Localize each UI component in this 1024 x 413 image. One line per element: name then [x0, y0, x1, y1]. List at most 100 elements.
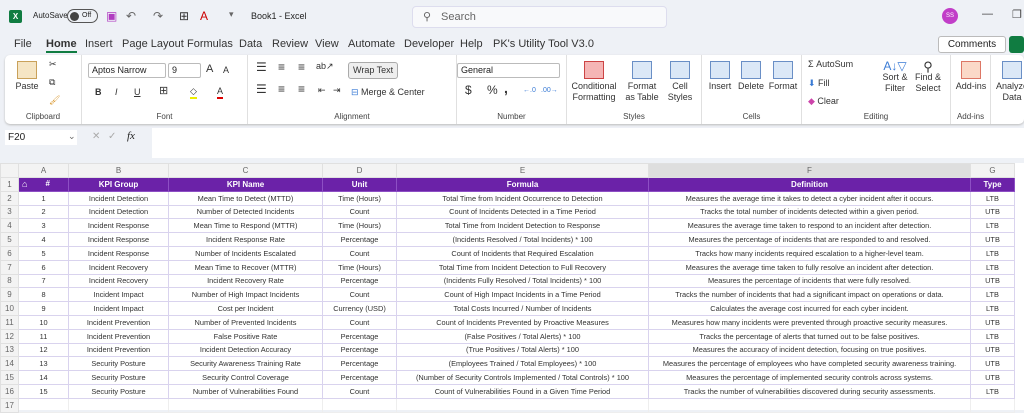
- column-header-g[interactable]: G: [970, 163, 1015, 178]
- conditional-formatting-button[interactable]: Conditional Formatting: [569, 61, 619, 103]
- cell[interactable]: Count: [322, 383, 397, 399]
- cell[interactable]: 8: [18, 287, 69, 303]
- cell[interactable]: Measures how many incidents were prevent…: [648, 314, 971, 330]
- cell[interactable]: Incident Impact: [68, 301, 169, 316]
- borders-icon[interactable]: ⊞: [159, 86, 168, 97]
- cell[interactable]: Tracks the number of vulnerabilities dis…: [648, 383, 971, 399]
- tab-automate[interactable]: Automate: [348, 38, 395, 50]
- cell[interactable]: Number of Incidents Escalated: [168, 245, 323, 261]
- underline-button[interactable]: U: [134, 87, 141, 98]
- cell[interactable]: UTB: [970, 342, 1015, 358]
- row-header[interactable]: 6: [0, 245, 19, 261]
- format-painter-icon[interactable]: 🖌: [49, 95, 60, 106]
- cell[interactable]: Incident Recovery: [68, 273, 169, 289]
- row-header[interactable]: 11: [0, 314, 19, 330]
- font-name-select[interactable]: Aptos Narrow: [88, 63, 166, 78]
- cell[interactable]: Count: [322, 287, 397, 303]
- cell[interactable]: 7: [18, 273, 69, 289]
- wrap-text-button[interactable]: Wrap Text: [348, 62, 399, 79]
- cell[interactable]: Incident Prevention: [68, 314, 169, 330]
- cell[interactable]: Number of Vulnerabilities Found: [168, 383, 323, 399]
- tab-formulas[interactable]: Formulas: [187, 38, 233, 50]
- cell[interactable]: Measures the percentage of incidents tha…: [648, 232, 971, 247]
- cell[interactable]: 1: [18, 190, 69, 206]
- cell[interactable]: LTB: [970, 287, 1015, 303]
- column-header-b[interactable]: B: [68, 163, 169, 178]
- share-button[interactable]: [1009, 36, 1024, 53]
- home-icon[interactable]: ⌂: [22, 179, 27, 189]
- tab-view[interactable]: View: [315, 38, 339, 50]
- cell[interactable]: (False Positives / Total Alerts) * 100: [396, 328, 649, 344]
- cell-styles-button[interactable]: Cell Styles: [665, 61, 695, 103]
- cell[interactable]: Percentage: [322, 370, 397, 385]
- font-color-icon[interactable]: A: [200, 9, 208, 23]
- avatar[interactable]: SS: [942, 8, 958, 24]
- cell[interactable]: Count: [322, 204, 397, 220]
- cell[interactable]: LTB: [970, 245, 1015, 261]
- paste-button[interactable]: Paste: [13, 61, 41, 92]
- header-cell[interactable]: Type: [970, 177, 1015, 192]
- autosave-toggle[interactable]: Off: [67, 9, 98, 23]
- decrease-indent-icon[interactable]: ⇤: [318, 85, 326, 96]
- cell[interactable]: UTB: [970, 232, 1015, 247]
- tab-help[interactable]: Help: [460, 38, 483, 50]
- row-header[interactable]: 14: [0, 356, 19, 372]
- cell[interactable]: Count: [322, 245, 397, 261]
- cell[interactable]: 5: [18, 245, 69, 261]
- cell[interactable]: Total Time from Incident Occurrence to D…: [396, 190, 649, 206]
- fill-button[interactable]: ⬇ Fill: [808, 78, 830, 89]
- cell[interactable]: Incident Recovery Rate: [168, 273, 323, 289]
- cell[interactable]: Measures the average time taken to respo…: [648, 218, 971, 234]
- cut-icon[interactable]: ✂: [49, 59, 57, 70]
- cell[interactable]: Incident Detection: [68, 190, 169, 206]
- cell[interactable]: Count of Incidents Prevented by Proactiv…: [396, 314, 649, 330]
- save-icon[interactable]: ▣: [106, 9, 117, 23]
- merge-center-button[interactable]: ⊟ Merge & Center: [351, 87, 425, 98]
- cell[interactable]: 11: [18, 328, 69, 344]
- tab-file[interactable]: File: [14, 38, 32, 50]
- row-header[interactable]: 2: [0, 190, 19, 206]
- cell[interactable]: 4: [18, 232, 69, 247]
- cell[interactable]: 15: [18, 383, 69, 399]
- cell[interactable]: Time (Hours): [322, 190, 397, 206]
- decrease-font-icon[interactable]: A: [223, 65, 229, 76]
- header-cell[interactable]: Formula: [396, 177, 649, 192]
- row-header[interactable]: 12: [0, 328, 19, 344]
- increase-decimal-icon[interactable]: ←.0: [523, 85, 536, 96]
- cell[interactable]: Percentage: [322, 342, 397, 358]
- tab-page-layout[interactable]: Page Layout: [122, 38, 184, 50]
- tab-insert[interactable]: Insert: [85, 38, 113, 50]
- cell[interactable]: Count of High Impact Incidents in a Time…: [396, 287, 649, 303]
- cell[interactable]: 6: [18, 259, 69, 275]
- cell[interactable]: Number of Detected Incidents: [168, 204, 323, 220]
- cell[interactable]: Measures the percentage of employees who…: [648, 356, 971, 372]
- tab-pk-utility[interactable]: PK's Utility Tool V3.0: [493, 38, 594, 50]
- cell[interactable]: Mean Time to Recover (MTTR): [168, 259, 323, 275]
- cell[interactable]: Count: [322, 314, 397, 330]
- cell[interactable]: Percentage: [322, 328, 397, 344]
- cell[interactable]: 12: [18, 342, 69, 358]
- row-header[interactable]: 7: [0, 259, 19, 275]
- align-right-icon[interactable]: ≡: [298, 83, 305, 95]
- cell[interactable]: 3: [18, 218, 69, 234]
- cell[interactable]: LTB: [970, 190, 1015, 206]
- column-header-c[interactable]: C: [168, 163, 323, 178]
- cell[interactable]: Security Posture: [68, 370, 169, 385]
- enter-icon[interactable]: ✓: [108, 131, 116, 142]
- cell[interactable]: Number of Prevented Incidents: [168, 314, 323, 330]
- row-header[interactable]: 13: [0, 342, 19, 358]
- cell[interactable]: Security Posture: [68, 356, 169, 372]
- header-cell[interactable]: ⌂ #: [18, 177, 69, 192]
- row-header[interactable]: 3: [0, 204, 19, 220]
- align-left-icon[interactable]: ☰: [256, 83, 267, 95]
- format-cells-button[interactable]: Format: [767, 61, 799, 92]
- autosum-button[interactable]: Σ AutoSum: [808, 59, 853, 70]
- cell[interactable]: Incident Response: [68, 232, 169, 247]
- header-cell[interactable]: KPI Group: [68, 177, 169, 192]
- row-header[interactable]: 10: [0, 301, 19, 316]
- cell[interactable]: Measures the average time it takes to de…: [648, 190, 971, 206]
- cell[interactable]: Incident Detection Accuracy: [168, 342, 323, 358]
- redo-icon[interactable]: ↷: [153, 9, 163, 23]
- undo-icon[interactable]: ↶: [126, 9, 136, 23]
- cell[interactable]: UTB: [970, 273, 1015, 289]
